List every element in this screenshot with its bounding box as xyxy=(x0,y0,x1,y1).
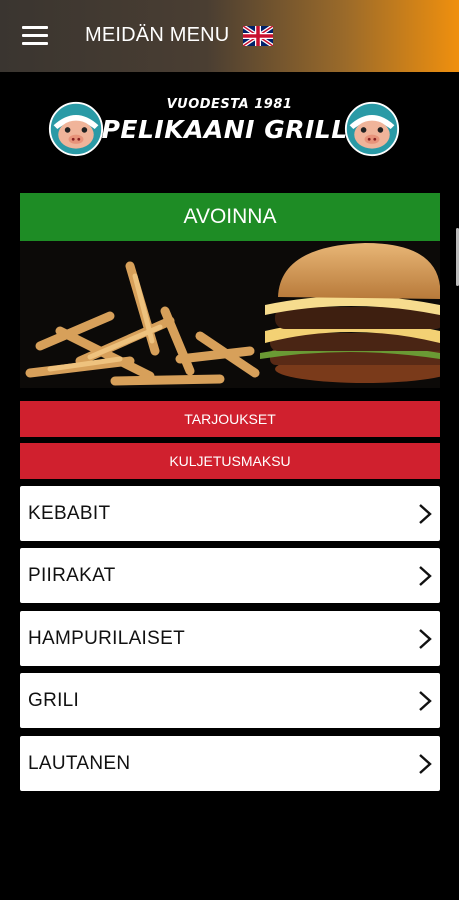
chevron-right-icon xyxy=(419,566,432,586)
chevron-right-icon xyxy=(419,691,432,711)
category-item-kebabit[interactable]: KEBABIT xyxy=(20,486,440,541)
chevron-right-icon xyxy=(419,629,432,649)
uk-flag-icon[interactable] xyxy=(243,26,273,46)
chevron-right-icon xyxy=(419,754,432,774)
chevron-right-icon xyxy=(419,504,432,524)
category-item-hampurilaiset[interactable]: HAMPURILAISET xyxy=(20,611,440,666)
delivery-fee-button[interactable]: KULJETUSMAKSU xyxy=(20,443,440,479)
category-label: GRILI xyxy=(28,690,80,711)
restaurant-logo: VUODESTA 1981 PELIKAANI GRILLI xyxy=(0,95,459,165)
category-item-lautanen[interactable]: LAUTANEN xyxy=(20,736,440,791)
top-app-bar: MEIDÄN MENU xyxy=(0,0,459,72)
page-title: MEIDÄN MENU xyxy=(85,24,230,46)
burger-and-fries-photo xyxy=(20,241,440,388)
category-label: KEBABIT xyxy=(28,503,111,524)
category-label: LAUTANEN xyxy=(28,753,131,774)
offers-button[interactable]: TARJOUKSET xyxy=(20,401,440,437)
category-label: HAMPURILAISET xyxy=(28,628,185,649)
category-label: PIIRAKAT xyxy=(28,565,116,586)
category-item-grili[interactable]: GRILI xyxy=(20,673,440,728)
category-item-piirakat[interactable]: PIIRAKAT xyxy=(20,548,440,603)
pig-mascot-icon xyxy=(344,101,400,157)
hamburger-menu-icon[interactable] xyxy=(22,26,48,46)
open-status-banner: AVOINNA xyxy=(20,193,440,241)
